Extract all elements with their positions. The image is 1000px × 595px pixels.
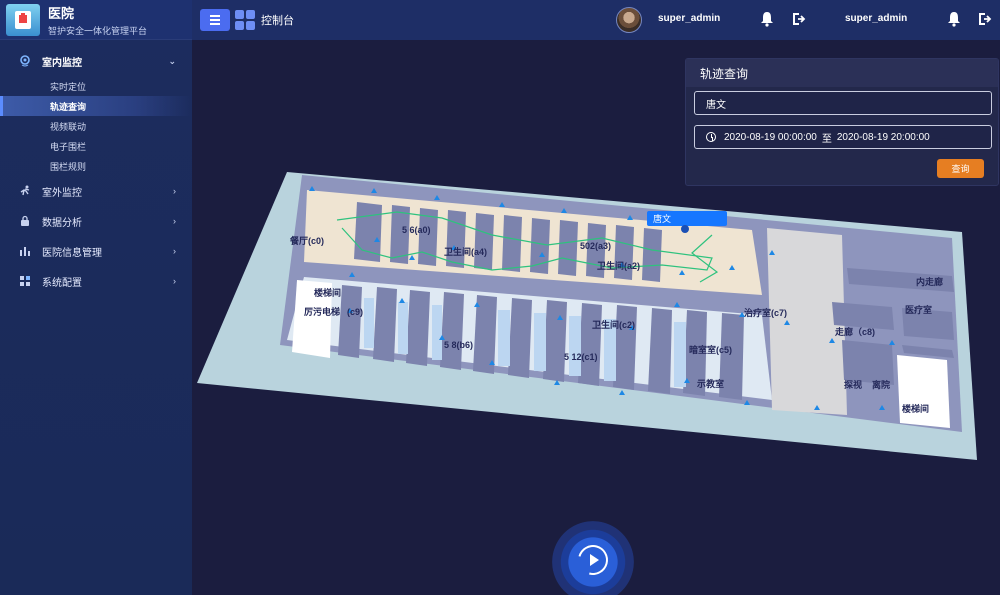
brand-title: 医院 — [48, 5, 75, 21]
brand-subtitle: 智护安全一体化管理平台 — [48, 25, 148, 36]
person-name-input[interactable]: 唐文 — [694, 91, 992, 115]
room-label-discharge: 离院 — [872, 379, 890, 390]
topbar: 控制台 super_admin super_admin — [192, 0, 1000, 40]
logout-icon[interactable] — [977, 11, 993, 27]
panel-title: 轨迹查询 — [686, 59, 998, 87]
playback-button[interactable] — [552, 521, 634, 595]
bar-chart-icon — [18, 244, 32, 258]
room-label-inner-corridor: 内走廊 — [916, 276, 943, 287]
logout-icon[interactable] — [791, 11, 807, 27]
track-query-panel: 轨迹查询 唐文 2020-08-19 00:00:00 至 2020-08-19… — [685, 58, 999, 186]
person-name-value: 唐文 — [706, 99, 726, 111]
room-label-c2: 卫生间(c2) — [592, 319, 635, 330]
sidebar-item-video[interactable]: 视频联动 — [0, 116, 192, 136]
menu-data-analysis[interactable]: 数据分析 › — [0, 206, 192, 236]
bell-icon[interactable] — [947, 11, 961, 27]
room-label-c8: 走廊（c8) — [834, 326, 875, 337]
room-label-stairs-west: 楼梯间 — [314, 287, 341, 298]
menu-group-indoor: 室内监控 ⌄ 实时定位 轨迹查询 视频联动 电子围栏 围栏规则 — [0, 46, 192, 176]
room-label-c7: 治疗室(c7) — [744, 307, 787, 318]
hospital-logo-icon — [6, 3, 40, 36]
sidebar: 医院 智护安全一体化管理平台 室内监控 ⌄ 实时定位 轨迹查询 视频联动 电子围… — [0, 0, 192, 595]
chevron-right-icon: › — [173, 246, 176, 256]
sidebar-item-track-query[interactable]: 轨迹查询 — [0, 96, 192, 116]
avatar[interactable] — [616, 7, 642, 33]
room-label-c0: 餐厅(c0) — [289, 235, 324, 246]
room-label-a2: 卫生间(a2) — [597, 260, 640, 271]
location-icon — [18, 54, 32, 68]
username-secondary[interactable]: super_admin — [845, 13, 907, 24]
room-label-a4: 卫生间(a4) — [444, 246, 487, 257]
grid-icon — [18, 274, 32, 288]
menu-hospital-label: 医院信息管理 — [42, 247, 102, 259]
play-icon — [590, 554, 599, 566]
lock-icon — [18, 214, 32, 228]
sidebar-item-fence[interactable]: 电子围栏 — [0, 136, 192, 156]
username-primary[interactable]: super_admin — [658, 13, 720, 24]
room-label-c1: 5 12(c1) — [564, 352, 598, 362]
chevron-right-icon: › — [173, 276, 176, 286]
room-label-teaching: 示教室 — [697, 378, 724, 389]
stairwell-east — [897, 355, 950, 428]
menu-indoor-label: 室内监控 — [42, 57, 82, 69]
person-marker-icon[interactable] — [681, 225, 689, 233]
menu-outdoor-monitor[interactable]: 室外监控 › — [0, 176, 192, 206]
menu-indoor-monitor[interactable]: 室内监控 ⌄ — [0, 46, 192, 76]
room-label-stairs-east: 楼梯间 — [902, 403, 929, 414]
room-label-medical: 医疗室 — [905, 304, 932, 315]
running-icon — [18, 184, 32, 198]
date-separator: 至 — [821, 133, 832, 145]
date-end: 2020-08-19 20:00:00 — [836, 131, 930, 143]
chevron-down-icon: ⌄ — [168, 55, 176, 66]
breadcrumb[interactable]: 控制台 — [261, 12, 294, 28]
query-button[interactable]: 查询 — [937, 159, 984, 178]
menu-outdoor-label: 室外监控 — [42, 187, 82, 199]
person-tag-label: 唐文 — [653, 213, 671, 224]
room-label-c9: (c9) — [347, 307, 363, 317]
clock-icon — [706, 132, 716, 142]
room-label-elevator: 厉污电梯 — [304, 306, 340, 317]
brand: 医院 智护安全一体化管理平台 — [0, 0, 192, 40]
date-range-picker[interactable]: 2020-08-19 00:00:00 至 2020-08-19 20:00:0… — [694, 125, 992, 149]
menu-data-label: 数据分析 — [42, 217, 82, 229]
menu-hospital-info[interactable]: 医院信息管理 › — [0, 236, 192, 266]
chevron-right-icon: › — [173, 216, 176, 226]
room-label-a0: 5 6(a0) — [402, 225, 431, 235]
room-label-a3: 502(a3) — [580, 241, 611, 251]
menu-system-config[interactable]: 系统配置 › — [0, 266, 192, 296]
bell-icon[interactable] — [760, 11, 774, 27]
room-label-c5: 暗室室(c5) — [689, 344, 732, 355]
hamburger-menu-button[interactable] — [200, 9, 230, 31]
dashboard-grid-icon[interactable] — [235, 10, 255, 30]
chevron-right-icon: › — [173, 186, 176, 196]
room-label-b6: 5 8(b6) — [444, 340, 473, 350]
sidebar-item-fence-rules[interactable]: 围栏规则 — [0, 156, 192, 176]
menu-system-label: 系统配置 — [42, 277, 82, 289]
date-start: 2020-08-19 00:00:00 — [724, 131, 817, 143]
room-label-visit: 探视 — [844, 379, 862, 390]
sidebar-item-realtime[interactable]: 实时定位 — [0, 76, 192, 96]
